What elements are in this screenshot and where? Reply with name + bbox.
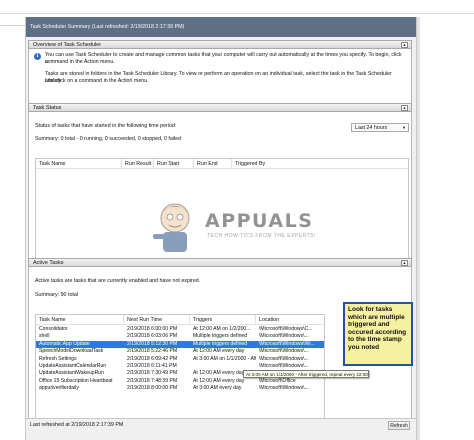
cell-name: shell — [39, 333, 50, 340]
cell-triggers: At 3:00 AM on 1/1/2000 - After triggered… — [193, 355, 256, 362]
cell-name: UpdateAssistantWakeupRun — [39, 370, 104, 377]
cell-next: 2/19/2018 7:30:49 PM — [127, 370, 178, 377]
table-row[interactable]: appuriverifierdaily 2/19/2018 8:00:00 PM A… — [36, 385, 324, 392]
cell-name: Consolidator — [39, 326, 68, 332]
annotation-callout: Look for tasks which are multiple trigge… — [343, 302, 413, 366]
mascot-icon — [153, 203, 190, 252]
cell-location: \Microsoft\Windows\... — [259, 355, 309, 362]
cell-name: Automatic App Update — [39, 340, 90, 347]
active-tasks-description: Active tasks are tasks that are currentl… — [35, 278, 201, 284]
cell-next: 2/19/2018 6:09:42 PM — [127, 355, 178, 362]
navigation-pane[interactable] — [0, 17, 26, 440]
logo-subtitle: TECH HOW-TO'S FROM THE EXPERTS! — [207, 233, 316, 239]
info-icon: i — [34, 53, 41, 60]
table-row[interactable]: Consolidator 2/19/2018 6:00:00 PM At 12:00… — [36, 326, 324, 333]
cell-next: 2/19/2018 8:00:00 PM — [127, 385, 178, 392]
cell-location: \Microsoft\Windows\... — [259, 333, 309, 340]
col-triggered-by[interactable]: Triggered By — [232, 159, 272, 169]
table-row[interactable]: shell 2/19/2018 6:03:06 PM Multiple trigge… — [36, 333, 324, 340]
collapse-icon[interactable]: ▲ — [401, 260, 408, 266]
cell-location: \Microsoft\Office — [259, 377, 296, 384]
cell-next: 2/19/2018 6:03:06 PM — [127, 333, 178, 340]
active-tasks-header[interactable]: Active Tasks ▲ — [28, 258, 412, 267]
logo-text: APPUALS — [205, 210, 314, 232]
active-tasks-grid-header: Task Name Next Run Time Triggers Locatio… — [36, 315, 324, 325]
collapse-icon[interactable]: ▲ — [401, 105, 408, 111]
cell-name: UpdateAssistantCalendarRun — [39, 363, 107, 369]
overview-para2-line2: and click on a command in the Action men… — [45, 78, 149, 84]
active-tasks-header-label: Active Tasks — [33, 260, 64, 266]
task-status-header-label: Task Status — [33, 105, 62, 111]
cell-name: SpeechModelDownloadTask — [39, 348, 104, 355]
overview-para1-line2: command in the Action menu. — [45, 59, 115, 65]
cell-next: 2/19/2018 6:00:00 PM — [127, 326, 178, 332]
table-row[interactable]: Office 15 Subscription Heartbeat 2/19/201… — [36, 378, 324, 385]
cell-location: \Microsoft\Windows\... — [259, 348, 309, 355]
cell-next: 2/19/2018 5:22:46 PM — [127, 348, 178, 355]
cell-location: \Microsoft\Windows\Wi... — [259, 340, 315, 347]
col-task-name[interactable]: Task Name — [36, 159, 122, 169]
period-select-value: Last 24 hours — [355, 125, 388, 131]
task-status-header[interactable]: Task Status ▲ — [28, 103, 412, 112]
status-period-label: Status of tasks that have started in the… — [35, 123, 177, 129]
collapse-icon[interactable]: ▲ — [401, 42, 408, 48]
table-row[interactable]: Refresh Settings 2/19/2018 6:09:42 PM At 3… — [36, 356, 324, 363]
active-tasks-summary: Summary: 90 total — [35, 292, 78, 298]
table-row[interactable]: SpeechModelDownloadTask 2/19/2018 5:22:46… — [36, 348, 324, 355]
last-refreshed-text: Last refreshed at 2/19/2018 2:17:39 PM — [30, 422, 124, 428]
cell-next: 2/19/2018 5:12:30 PM — [127, 340, 178, 347]
cell-location: \Microsoft\Windows\C... — [259, 326, 313, 332]
top-divider — [0, 13, 474, 14]
cell-location: \Microsoft\Windows\... — [259, 385, 309, 392]
cell-triggers: At 3:00 AM every day — [193, 385, 242, 392]
col-run-end[interactable]: Run End — [194, 159, 232, 169]
appuals-watermark: APPUALS TECH HOW-TO'S FROM THE EXPERTS! — [145, 196, 325, 256]
nav-divider — [0, 25, 26, 26]
cell-triggers: At 12:00 AM on 1/2/200... — [193, 326, 251, 332]
cell-name: Office 15 Subscription Heartbeat — [39, 377, 113, 384]
cell-next: 2/19/2018 6:11:41 PM — [127, 363, 177, 369]
chevron-down-icon: ▼ — [402, 125, 406, 130]
col-location[interactable]: Location — [256, 315, 324, 325]
cell-triggers: At 12:00 AM every day — [193, 377, 245, 384]
cell-next: 2/19/2018 7:48:39 PM — [127, 377, 178, 384]
cell-triggers: Multiple triggers defined — [193, 340, 248, 347]
top-strip — [0, 0, 474, 17]
actions-pane-edge — [416, 17, 420, 440]
cell-name: appuriverifierdaily — [39, 385, 79, 392]
cell-triggers: Multiple triggers defined — [193, 333, 248, 340]
status-bar: Last refreshed at 2/19/2018 2:17:39 PM R… — [26, 418, 416, 440]
col-triggers[interactable]: Triggers — [190, 315, 256, 325]
summary-title: Task Scheduler Summary (Last refreshed: … — [26, 17, 416, 37]
overview-header[interactable]: Overview of Task Scheduler ▲ — [28, 40, 412, 49]
col-next-run-time[interactable]: Next Run Time — [124, 315, 190, 325]
overview-header-label: Overview of Task Scheduler — [33, 42, 102, 48]
table-row[interactable]: Automatic App Update 2/19/2018 5:12:30 PM… — [36, 340, 324, 349]
col-run-result[interactable]: Run Result — [122, 159, 154, 169]
task-status-grid-header: Task Name Run Result Run Start Run End T… — [36, 159, 408, 169]
cell-triggers: At 12:00 AM every day — [193, 348, 245, 355]
cell-name: Refresh Settings — [39, 355, 77, 362]
period-select[interactable]: Last 24 hours ▼ — [351, 123, 409, 132]
col-run-start[interactable]: Run Start — [154, 159, 194, 169]
trigger-tooltip: At 3:00 AM on 1/1/2000 - After triggered… — [243, 370, 369, 378]
col-task-name[interactable]: Task Name — [36, 315, 124, 325]
task-status-summary: Summary: 0 total - 0 running, 0 succeede… — [35, 136, 182, 142]
refresh-button[interactable]: Refresh — [388, 421, 410, 430]
